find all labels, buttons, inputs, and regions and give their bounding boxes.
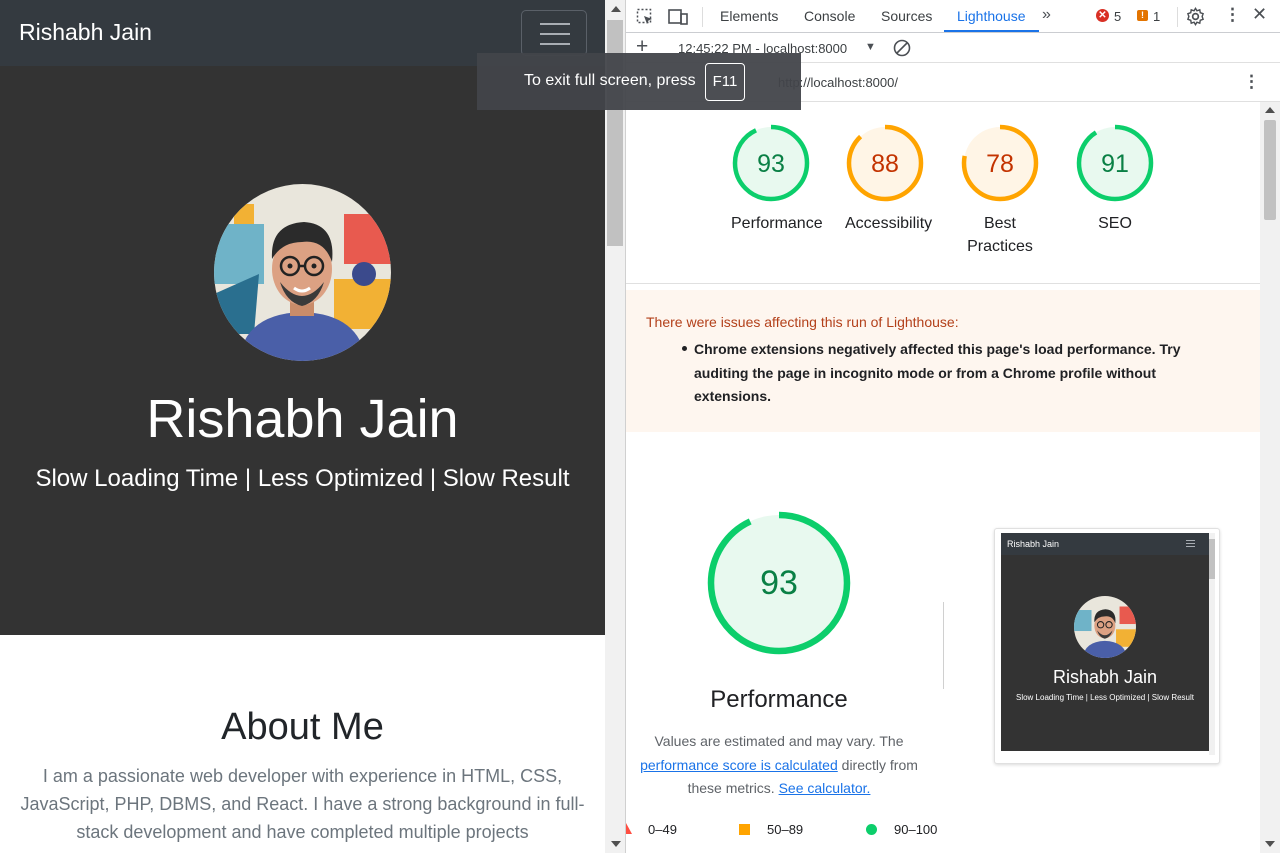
report-scrollbar[interactable] [1260, 102, 1280, 853]
profile-avatar [214, 184, 391, 361]
thumbnail-tagline: Slow Loading Time | Less Optimized | Slo… [1015, 693, 1194, 702]
lighthouse-report: 93 Performance 88 Accessibility 78 Best … [626, 102, 1260, 853]
dropdown-arrow-icon[interactable]: ▼ [865, 41, 876, 53]
tab-lighthouse[interactable]: Lighthouse [957, 8, 1026, 24]
report-scrollbar-thumb[interactable] [1264, 120, 1276, 220]
legend-pass-range: 90–100 [894, 822, 938, 837]
menu-icon-bar [1186, 543, 1195, 544]
score-calc-link[interactable]: performance score is calculated [640, 757, 838, 773]
menu-icon [540, 23, 570, 25]
hero-name: Rishabh Jain [146, 389, 459, 449]
tab-separator [702, 7, 703, 27]
devtools-panel: Elements Console Sources Lighthouse » ✕ … [626, 0, 1280, 853]
svg-text:91: 91 [1101, 150, 1129, 178]
score-legend: 0–49 50–89 90–100 [626, 820, 1260, 840]
page-scrollbar[interactable] [605, 0, 626, 853]
gauge-best-practices[interactable]: 78 Best Practices [960, 124, 1040, 258]
scroll-up-arrow-icon[interactable] [1265, 107, 1275, 113]
score-gauge-seo: 91 [1076, 124, 1154, 202]
gauge-label: SEO [1098, 215, 1132, 232]
average-square-icon [739, 824, 750, 835]
settings-gear-icon[interactable] [1186, 7, 1205, 26]
active-tab-indicator [944, 30, 1039, 32]
performance-note: Values are estimated and may vary. The p… [626, 730, 932, 801]
divider [626, 283, 1260, 284]
hero-tagline: Slow Loading Time | Less Optimized | Slo… [35, 465, 570, 492]
svg-text:78: 78 [986, 150, 1014, 178]
performance-title: Performance [710, 686, 848, 713]
device-toolbar-icon[interactable] [668, 8, 688, 26]
run-warnings-box: There were issues affecting this run of … [626, 290, 1260, 432]
warning-icon[interactable]: ! [1137, 10, 1148, 21]
clear-all-icon[interactable] [893, 39, 911, 57]
score-gauge-best-practices: 78 [961, 124, 1039, 202]
error-count[interactable]: 5 [1114, 9, 1121, 24]
close-icon[interactable]: ✕ [1252, 4, 1267, 25]
gauge-label: Best Practices [967, 215, 1033, 255]
navbar-brand[interactable]: Rishabh Jain [19, 19, 152, 46]
devtools-tab-bar: Elements Console Sources Lighthouse » ✕ … [626, 0, 1280, 33]
pass-circle-icon [866, 824, 877, 835]
about-heading: About Me [221, 706, 384, 748]
thumbnail-avatar [1074, 596, 1136, 658]
page-viewport: Rishabh Jain Rishabh Jain Slow Loading T… [0, 0, 605, 853]
more-options-icon[interactable]: ⋮ [1224, 5, 1241, 25]
bullet-icon [682, 341, 690, 351]
scroll-up-arrow-icon[interactable] [611, 6, 621, 12]
gauge-label: Accessibility [845, 215, 933, 232]
fail-triangle-icon [626, 823, 632, 834]
final-screenshot-thumbnail[interactable]: Rishabh Jain Rishabh Jain Slow Loading T… [994, 528, 1220, 764]
gauge-label: Performance [731, 215, 823, 232]
thumbnail-scrollbar-thumb [1209, 539, 1215, 579]
performance-big-gauge: 93 [707, 511, 851, 655]
toast-key: F11 [705, 63, 745, 101]
divider [943, 602, 944, 689]
svg-text:88: 88 [871, 150, 899, 178]
gauge-performance[interactable]: 93 Performance [731, 124, 823, 235]
about-paragraph: I am a passionate web developer with exp… [20, 766, 585, 842]
tab-elements[interactable]: Elements [720, 8, 778, 24]
legend-fail-range: 0–49 [648, 822, 677, 837]
scroll-down-arrow-icon[interactable] [1265, 841, 1275, 847]
inspect-element-icon[interactable] [636, 8, 654, 26]
menu-icon-bar [1186, 540, 1195, 541]
avatar-illustration [1074, 596, 1136, 658]
thumbnail-brand: Rishabh Jain [1007, 539, 1060, 549]
tab-sources[interactable]: Sources [881, 8, 932, 24]
note-prefix: Values are estimated and may vary. The [654, 733, 904, 749]
svg-text:93: 93 [757, 150, 785, 178]
thumbnail-screen: Rishabh Jain Rishabh Jain Slow Loading T… [1001, 533, 1209, 751]
menu-icon-bar [1186, 546, 1195, 547]
report-menu-icon[interactable]: ⋮ [1243, 72, 1260, 92]
error-icon[interactable]: ✕ [1096, 9, 1109, 22]
performance-score-text: 93 [760, 564, 798, 602]
scroll-down-arrow-icon[interactable] [611, 841, 621, 847]
fullscreen-exit-toast: To exit full screen, press F11 [477, 53, 801, 110]
warning-item: Chrome extensions negatively affected th… [694, 341, 1181, 404]
gauge-accessibility[interactable]: 88 Accessibility [845, 124, 933, 235]
menu-icon-bar [540, 33, 570, 35]
warnings-title: There were issues affecting this run of … [646, 314, 959, 330]
tab-separator [1177, 7, 1178, 27]
tab-console[interactable]: Console [804, 8, 855, 24]
avatar-illustration [214, 184, 391, 361]
hamburger-menu-button[interactable] [521, 10, 587, 56]
more-tabs-chevron-icon[interactable]: » [1042, 6, 1051, 24]
see-calculator-link[interactable]: See calculator. [779, 780, 871, 796]
warning-count[interactable]: 1 [1153, 9, 1160, 24]
legend-average-range: 50–89 [767, 822, 804, 837]
score-gauge-accessibility: 88 [846, 124, 924, 202]
menu-icon [1185, 538, 1197, 550]
menu-icon-bar [540, 43, 570, 45]
thumbnail-navbar: Rishabh Jain [1001, 533, 1209, 555]
gauge-seo[interactable]: 91 SEO [1075, 124, 1155, 235]
thumbnail-name: Rishabh Jain [1052, 667, 1158, 687]
thumbnail-scrollbar [1209, 533, 1215, 755]
score-gauge-performance: 93 [732, 124, 810, 202]
toast-text: To exit full screen, press [524, 72, 696, 89]
